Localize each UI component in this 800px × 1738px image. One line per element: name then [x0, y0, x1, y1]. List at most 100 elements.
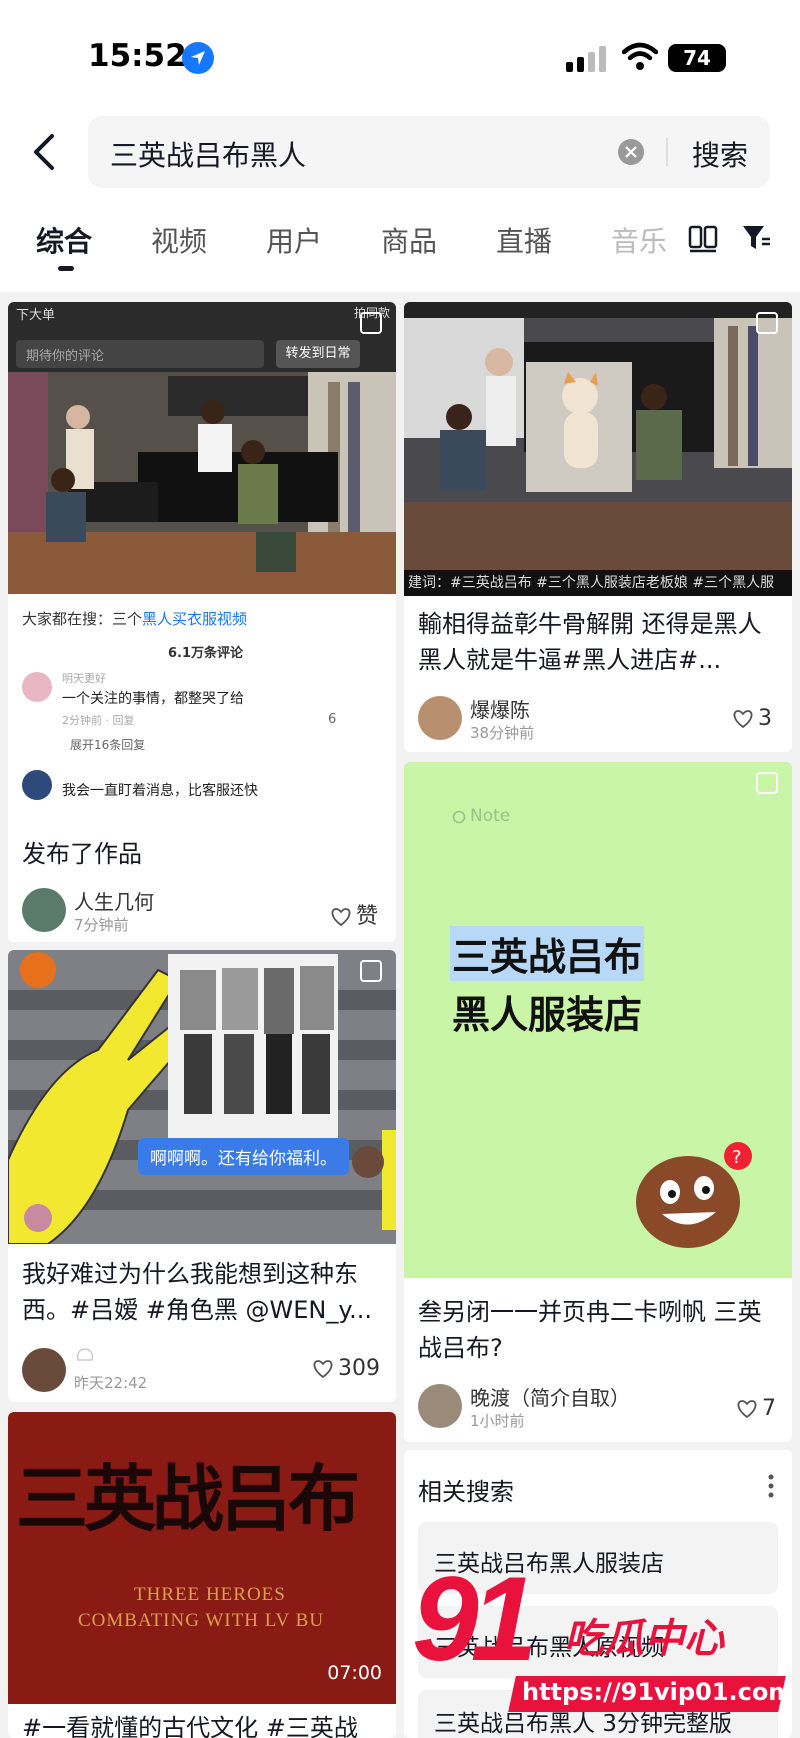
tab-users[interactable]: 用户	[266, 220, 322, 260]
search-input[interactable]: 三英战吕布黑人 搜索	[88, 116, 770, 188]
note-label: Note	[470, 806, 511, 826]
avatar[interactable]	[418, 696, 462, 740]
hashtag-strip: 建词：#三英战吕布 #三个黑人服装店老板娘 #三个黑人服	[404, 570, 792, 596]
select-checkbox[interactable]	[360, 312, 382, 334]
search-query[interactable]: 三英战吕布黑人	[110, 134, 306, 174]
card-caption: 輸相得益彰牛骨解開 还得是黑人 黑人就是牛逼#黑人进店#...	[418, 610, 762, 674]
card-thumbnail: 下大单 拍同款 期待你的评论 转发到日常 大家都在搜：三个黑人买衣服视频 6.1…	[8, 302, 396, 822]
embedded-search-hint: 大家都在搜：三个黑人买衣服视频	[22, 608, 247, 629]
avatar	[22, 770, 52, 800]
avatar	[22, 672, 52, 702]
tab-products[interactable]: 商品	[381, 220, 437, 260]
comment-like-count: 6	[328, 712, 337, 727]
avatar[interactable]	[22, 1348, 66, 1392]
heart-icon	[313, 1360, 333, 1379]
like-count: 7	[762, 1396, 776, 1421]
result-card[interactable]: 啊啊啊。还有给你福利。 我好难过为什么我能想到这种东西。#吕嫒 #角色黑 @WE…	[8, 950, 396, 1402]
comment-text: 我会一直盯着消息，比客服还快	[62, 783, 258, 799]
card-caption: #一看就懂的古代文化 #三英战	[22, 1714, 358, 1738]
english-title-line2: COMBATING WITH LV BU	[78, 1610, 325, 1631]
status-bar: 15:52 74	[0, 0, 800, 110]
result-card[interactable]: 三英战吕布 THREE HEROES COMBATING WITH LV BU …	[8, 1412, 396, 1738]
author-name[interactable]: 人生几何	[74, 886, 154, 915]
divider	[666, 138, 668, 166]
active-tab-indicator	[58, 266, 74, 271]
layout-toggle-icon[interactable]	[688, 224, 718, 254]
status-time: 15:52	[88, 38, 187, 74]
embedded-search-link: 黑人买衣服视频	[142, 610, 248, 628]
back-arrow-icon[interactable]	[24, 130, 68, 174]
related-title: 相关搜索	[418, 1478, 514, 1506]
author-name[interactable]: 爆爆陈	[470, 694, 530, 723]
watermark-name: 吃瓜中心	[564, 1616, 724, 1662]
comment-text: 一个关注的事情，都整哭了给	[62, 691, 244, 707]
card-thumbnail	[404, 302, 792, 570]
cellular-signal-icon	[566, 46, 606, 72]
author-name[interactable]: 晚渡（简介自取）	[470, 1382, 630, 1411]
emoji-sticker: ?	[636, 1142, 752, 1248]
filter-icon[interactable]	[740, 222, 772, 254]
embedded-input-placeholder: 期待你的评论	[26, 349, 105, 364]
tab-live[interactable]: 直播	[496, 220, 552, 260]
like-count: 赞	[356, 904, 379, 929]
result-card[interactable]: 下大单 拍同款 期待你的评论 转发到日常 大家都在搜：三个黑人买衣服视频 6.1…	[8, 302, 396, 942]
select-checkbox[interactable]	[756, 312, 778, 334]
result-card[interactable]: 建词：#三英战吕布 #三个黑人服装店老板娘 #三个黑人服 輸相得益彰牛骨解開 还…	[404, 302, 792, 752]
watermark: 91 吃瓜中心 https://91vip01.com	[412, 1552, 800, 1738]
post-time: 1小时前	[470, 1412, 525, 1430]
calligraphy-title: 三英战吕布	[16, 1456, 360, 1541]
tab-all[interactable]: 综合	[36, 220, 92, 260]
watermark-number: 91	[412, 1552, 538, 1686]
like-button[interactable]: 3	[732, 706, 772, 731]
video-duration: 07:00	[327, 1662, 382, 1684]
note-cover: Note 三英战吕布 黑人服装店 ?	[404, 762, 792, 1278]
category-tabs: 综合 视频 用户 商品 直播 音乐	[0, 200, 800, 292]
author-sticker-icon	[76, 1348, 94, 1361]
battery-indicator: 74	[668, 44, 726, 72]
card-thumbnail	[8, 950, 396, 1244]
like-button[interactable]: 赞	[330, 898, 378, 930]
embedded-search-prefix: 大家都在搜：三个	[22, 610, 143, 628]
like-count: 309	[338, 1356, 380, 1381]
commenter-name: 明天更好	[62, 672, 106, 685]
location-icon	[182, 42, 214, 74]
post-time: 38分钟前	[470, 724, 535, 742]
post-time: 昨天22:42	[74, 1374, 148, 1392]
tab-video[interactable]: 视频	[151, 220, 207, 260]
english-title-line1: THREE HEROES	[134, 1584, 286, 1605]
note-title-line1: 三英战吕布	[450, 926, 645, 981]
embedded-title: 下大单	[16, 308, 56, 323]
card-caption: 我好难过为什么我能想到这种东西。#吕嫒 #角色黑 @WEN_y...	[22, 1260, 372, 1324]
more-icon[interactable]	[768, 1474, 774, 1498]
avatar[interactable]	[418, 1384, 462, 1428]
result-card[interactable]: Note 三英战吕布 黑人服装店 ? 叁另闭一一并页冉二卡咧帆 三英战吕布? 晚…	[404, 762, 792, 1442]
embedded-header: 下大单 拍同款 期待你的评论 转发到日常	[8, 302, 396, 372]
post-time: 7分钟前	[74, 916, 129, 934]
like-button[interactable]: 7	[736, 1396, 776, 1421]
speech-bubble: 啊啊啊。还有给你福利。	[138, 1138, 349, 1175]
card-caption: 叁另闭一一并页冉二卡咧帆 三英战吕布?	[418, 1298, 762, 1362]
like-button[interactable]: 309	[312, 1356, 380, 1381]
heart-icon	[733, 710, 753, 729]
tab-music[interactable]: 音乐	[611, 220, 667, 260]
embedded-comment-input: 期待你的评论	[16, 340, 264, 368]
expand-replies: 展开16条回复	[70, 738, 146, 752]
embedded-comments: 大家都在搜：三个黑人买衣服视频 6.1万条评论 明天更好 一个关注的事情，都整哭…	[8, 594, 396, 822]
select-checkbox[interactable]	[756, 772, 778, 794]
comment-meta: 2分钟前 · 回复	[62, 714, 135, 727]
like-count: 3	[758, 706, 772, 731]
watermark-url: https://91vip01.com	[522, 1678, 794, 1706]
select-checkbox[interactable]	[360, 960, 382, 982]
video-cover: 三英战吕布 THREE HEROES COMBATING WITH LV BU …	[8, 1412, 396, 1704]
avatar[interactable]	[22, 888, 66, 932]
search-header: 三英战吕布黑人 搜索	[0, 110, 800, 200]
clear-icon[interactable]	[618, 139, 644, 165]
shop-scene-image	[8, 372, 396, 594]
svg-text:?: ?	[732, 1147, 742, 1168]
note-title-line2: 黑人服装店	[452, 993, 643, 1037]
wifi-icon	[622, 42, 658, 70]
card-caption: 发布了作品	[22, 840, 142, 868]
note-icon	[452, 810, 466, 824]
embedded-share-button: 转发到日常	[276, 340, 360, 368]
search-button[interactable]: 搜索	[692, 134, 748, 174]
